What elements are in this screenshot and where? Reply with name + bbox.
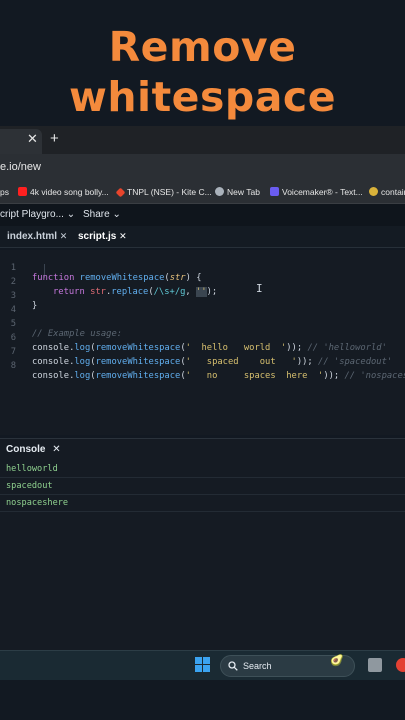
close-icon[interactable]: ✕ [52,444,60,455]
globe-icon [215,187,224,196]
windows-start-icon[interactable] [195,657,211,673]
bookmark-item[interactable]: ps [0,187,9,197]
bookmark-icon [369,187,378,196]
tab-script-js[interactable]: script.js ✕ [78,231,127,242]
console-panel: Console ✕ helloworld spacedout nospacesh… [0,438,405,650]
windows-taskbar: Search 🥑 [0,650,405,680]
share-button[interactable]: Share ⌄ [83,209,121,220]
browser-tab-bar: ✕ + [0,126,405,154]
bookmark-item[interactable]: New Tab [215,187,260,197]
file-tabs: index.html ✕ script.js ✕ [0,226,405,248]
close-icon[interactable]: ✕ [119,231,127,241]
chevron-down-icon: ⌄ [112,209,121,220]
kite-icon [115,187,126,198]
bookmarks-bar: ps 4k video song bolly... TNPL (NSE) - K… [0,182,405,204]
search-icon [228,661,238,671]
code-line: 4 [10,305,16,315]
code-line: 7 console.log(removeWhitespace(' spaced … [10,347,393,367]
bottom-margin [0,680,405,720]
code-line: 8 console.log(removeWhitespace(' no spac… [10,361,405,381]
code-line: 2 return str.replace(/\s+/g, ''); [10,277,218,297]
bookmark-item[interactable]: Voicemaker® - Text... [270,187,363,197]
task-view-icon[interactable] [368,658,382,672]
bookmark-item[interactable]: 4k video song bolly... [18,187,109,197]
browser-tab[interactable]: ✕ [0,129,42,154]
video-title-overlay: Remove whitespace [0,22,405,122]
playground-header: cript Playgro... ⌄ Share ⌄ [0,204,405,226]
console-output-line: helloworld [0,461,405,478]
youtube-icon [18,187,27,196]
code-line: 1 function removeWhitespace(str) { [10,263,202,283]
bookmark-item[interactable]: contain [369,187,405,197]
code-line: 3 } [10,291,38,311]
code-editor[interactable]: 1 function removeWhitespace(str) { 2 ret… [0,250,405,435]
close-tab-icon[interactable]: ✕ [27,131,38,147]
title-line-1: Remove [108,23,297,71]
close-icon[interactable]: ✕ [60,231,68,241]
console-header: Console ✕ [6,444,61,455]
tab-index-html[interactable]: index.html ✕ [7,231,67,242]
chevron-down-icon: ⌄ [66,209,76,220]
new-tab-icon[interactable]: + [50,130,59,147]
project-dropdown[interactable]: cript Playgro... ⌄ [0,209,75,220]
url-field[interactable]: e.io/new [0,161,41,173]
chrome-icon[interactable] [396,658,405,672]
console-output-line: spacedout [0,478,405,495]
voicemaker-icon [270,187,279,196]
code-line: 6 console.log(removeWhitespace(' hello w… [10,333,387,353]
mouse-ibeam-icon: I [256,282,263,295]
console-output-line: nospaceshere [0,495,405,512]
avocado-widget-icon[interactable]: 🥑 [330,654,344,667]
bookmark-item[interactable]: TNPL (NSE) - Kite C... [115,187,212,198]
title-line-2: whitespace [68,73,337,121]
address-bar: e.io/new [0,154,405,182]
code-line: 5 // Example usage: [10,319,123,339]
